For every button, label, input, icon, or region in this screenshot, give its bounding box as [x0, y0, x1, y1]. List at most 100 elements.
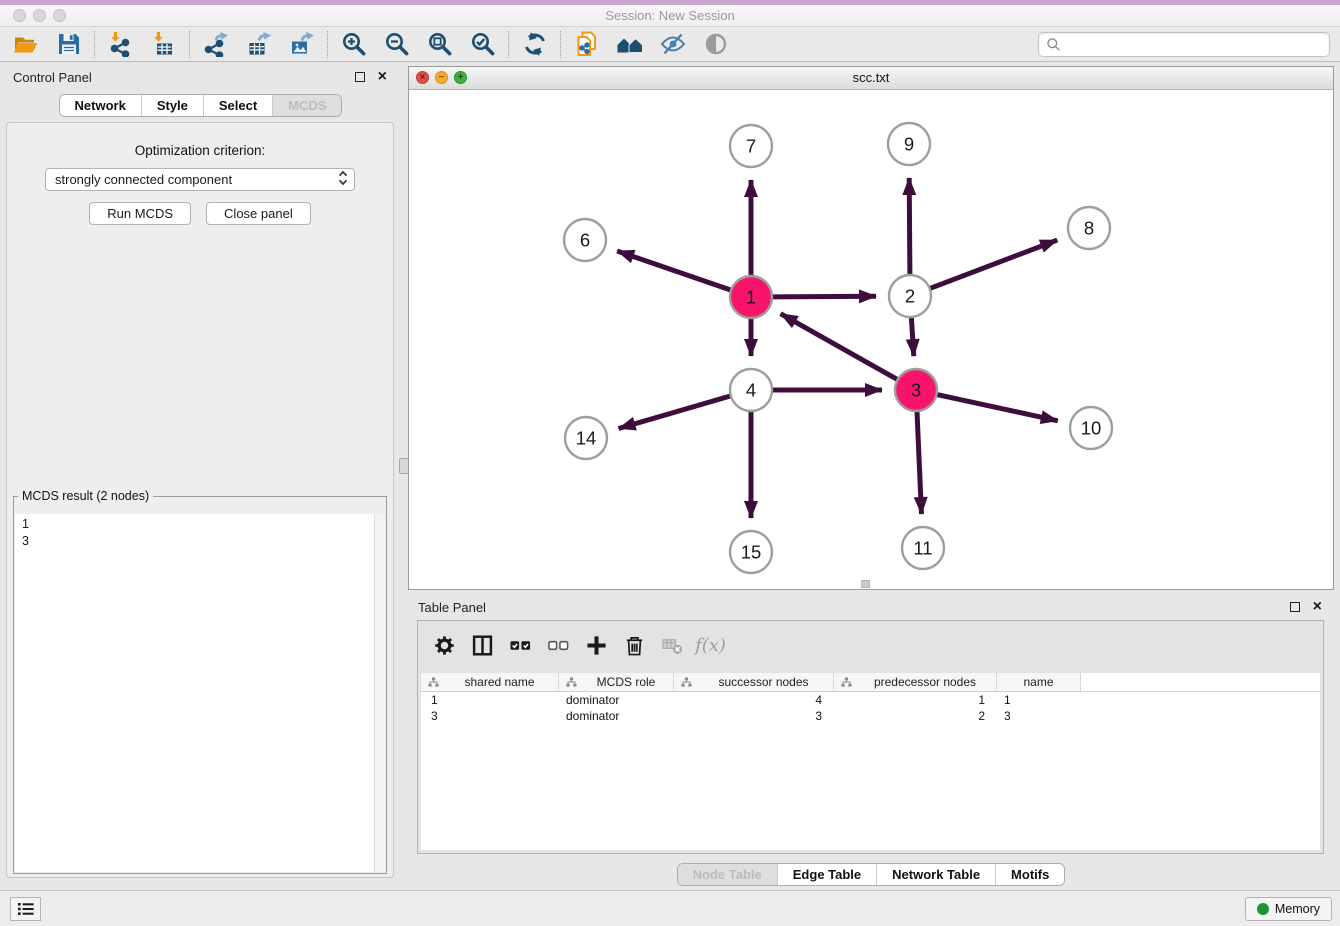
table-cell[interactable]: 1 — [834, 692, 997, 708]
close-table-panel-icon[interactable]: × — [1313, 602, 1322, 612]
column-header-mcds-role[interactable]: MCDS role — [559, 673, 674, 692]
toolbar-icon-group — [4, 27, 737, 61]
network-maximize-button[interactable]: + — [454, 71, 467, 84]
column-tree-icon — [841, 677, 852, 688]
control-panel: Control Panel × NetworkStyleSelectMCDS O… — [0, 62, 401, 890]
graph-edge-3-11[interactable] — [917, 412, 922, 514]
network-minimize-button[interactable]: − — [435, 71, 448, 84]
table-cell[interactable]: dominator — [559, 708, 674, 724]
table-body: 1dominator4113dominator323 — [421, 692, 1320, 724]
export-image-button[interactable] — [280, 29, 323, 59]
add-row-button[interactable] — [584, 633, 609, 658]
column-header-label: predecessor nodes — [874, 675, 976, 689]
table-cell[interactable]: 3 — [997, 708, 1081, 724]
search-input[interactable] — [1061, 33, 1329, 56]
run-mcds-button[interactable]: Run MCDS — [89, 202, 191, 225]
task-history-button[interactable] — [10, 897, 41, 921]
reset-view-button[interactable] — [608, 29, 651, 59]
close-window-button[interactable] — [13, 9, 26, 22]
float-table-panel-icon[interactable] — [1290, 602, 1300, 612]
refresh-network-button[interactable] — [513, 29, 556, 59]
column-header-successor-nodes[interactable]: successor nodes — [674, 673, 834, 692]
graph-edge-2-8[interactable] — [931, 240, 1058, 288]
table-tab-edge-table[interactable]: Edge Table — [777, 864, 876, 885]
table-row[interactable]: 1dominator411 — [421, 692, 1320, 708]
table-cell[interactable]: 4 — [674, 692, 834, 708]
status-bar: Memory — [0, 890, 1340, 926]
table-tab-node-table[interactable]: Node Table — [678, 864, 777, 885]
tab-style[interactable]: Style — [141, 95, 203, 116]
memory-button[interactable]: Memory — [1245, 897, 1332, 921]
graph-edge-1-2[interactable] — [773, 296, 876, 297]
table-cell[interactable]: 3 — [674, 708, 834, 724]
search-box[interactable] — [1038, 32, 1330, 57]
deselect-all-button[interactable] — [546, 633, 571, 658]
settings-button[interactable] — [432, 633, 457, 658]
graph-edge-3-1[interactable] — [781, 314, 897, 380]
import-table-button[interactable] — [142, 29, 185, 59]
delete-row-button[interactable] — [622, 633, 647, 658]
float-panel-icon[interactable] — [355, 72, 365, 82]
column-header-shared-name[interactable]: shared name — [421, 673, 559, 692]
table-panel: Table Panel × f(x) shared nameMCDS roles… — [408, 594, 1334, 890]
tab-mcds[interactable]: MCDS — [272, 95, 341, 116]
column-header-label: MCDS role — [597, 675, 656, 689]
table-cell[interactable]: 3 — [421, 708, 559, 724]
select-all-button[interactable] — [508, 633, 533, 658]
graph-edge-4-14[interactable] — [619, 396, 730, 428]
table-row[interactable]: 3dominator323 — [421, 708, 1320, 724]
table-tab-motifs[interactable]: Motifs — [995, 864, 1064, 885]
criterion-select[interactable]: strongly connected component — [45, 168, 355, 191]
zoom-in-button[interactable] — [332, 29, 375, 59]
import-network-button[interactable] — [99, 29, 142, 59]
network-window-controls: × − + — [416, 71, 467, 84]
minimize-window-button[interactable] — [33, 9, 46, 22]
clone-network-button[interactable] — [565, 29, 608, 59]
save-session-button[interactable] — [47, 29, 90, 59]
graph-edge-2-9[interactable] — [909, 178, 910, 274]
table-cell[interactable]: 2 — [834, 708, 997, 724]
zoom-fit-button[interactable] — [418, 29, 461, 59]
network-close-button[interactable]: × — [416, 71, 429, 84]
criterion-value: strongly connected component — [55, 172, 232, 187]
tab-select[interactable]: Select — [203, 95, 272, 116]
graph-edge-3-10[interactable] — [938, 395, 1058, 421]
table-cell[interactable]: 1 — [997, 692, 1081, 708]
graph-node-label-6: 6 — [580, 230, 590, 251]
control-panel-header: Control Panel × — [0, 62, 401, 92]
close-panel-icon[interactable]: × — [378, 72, 387, 82]
table-cell[interactable]: 1 — [421, 692, 559, 708]
close-panel-button[interactable]: Close panel — [206, 202, 311, 225]
show-graphics-details-button[interactable] — [694, 29, 737, 59]
delete-table-button — [660, 633, 685, 658]
hide-graphics-details-button[interactable] — [651, 29, 694, 59]
result-scrollbar[interactable] — [374, 514, 385, 872]
column-header-name[interactable]: name — [997, 673, 1081, 692]
canvas-scroll-thumb[interactable] — [861, 580, 870, 588]
function-builder-button: f(x) — [698, 633, 723, 658]
zoom-out-button[interactable] — [375, 29, 418, 59]
panel-divider[interactable] — [401, 62, 408, 890]
column-layout-button[interactable] — [470, 633, 495, 658]
table-cell[interactable]: dominator — [559, 692, 674, 708]
graph-node-label-10: 10 — [1081, 418, 1102, 439]
graph-edge-1-6[interactable] — [617, 251, 730, 290]
network-window-titlebar[interactable]: × − + scc.txt — [409, 67, 1333, 90]
optimization-criterion-label: Optimization criterion: — [7, 143, 393, 158]
network-canvas[interactable]: 7968124314101511 — [409, 90, 1333, 589]
toolbar-separator — [560, 31, 561, 58]
network-graph: 7968124314101511 — [409, 90, 1333, 589]
column-header-predecessor-nodes[interactable]: predecessor nodes — [834, 673, 997, 692]
mcds-result-text[interactable]: 1 3 — [15, 514, 385, 872]
open-session-button[interactable] — [4, 29, 47, 59]
graph-node-label-14: 14 — [576, 428, 597, 449]
tab-network[interactable]: Network — [60, 95, 141, 116]
table-tab-network-table[interactable]: Network Table — [876, 864, 995, 885]
graph-edge-2-3[interactable] — [911, 318, 913, 356]
export-table-button[interactable] — [237, 29, 280, 59]
maximize-window-button[interactable] — [53, 9, 66, 22]
graph-node-label-4: 4 — [746, 380, 756, 401]
export-network-button[interactable] — [194, 29, 237, 59]
zoom-selected-button[interactable] — [461, 29, 504, 59]
graph-node-label-3: 3 — [911, 380, 921, 401]
